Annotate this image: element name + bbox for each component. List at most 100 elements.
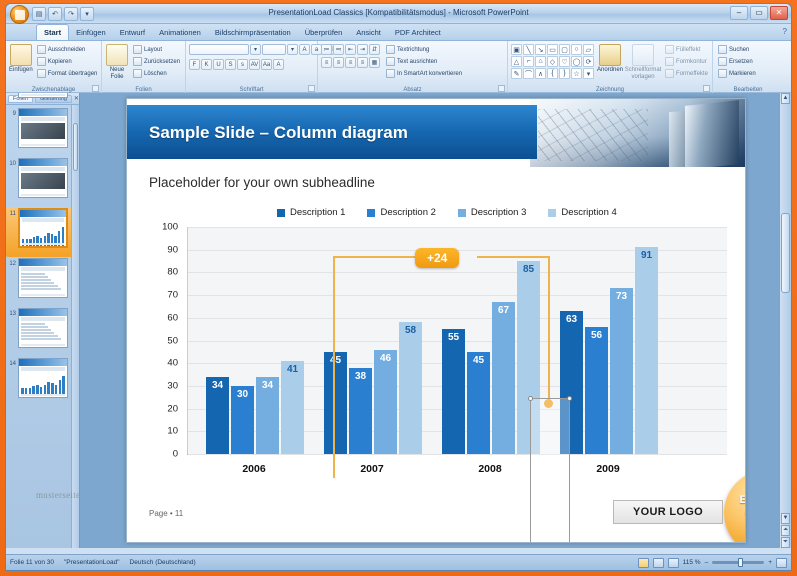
legend-item-2[interactable]: Description 2 bbox=[367, 207, 436, 218]
shape-fill-button[interactable]: Fülleffekt bbox=[663, 44, 710, 55]
chart-bar[interactable]: 41 bbox=[281, 360, 304, 454]
help-icon[interactable]: ? bbox=[783, 27, 787, 36]
shape-arrow-icon[interactable]: ↘ bbox=[535, 44, 546, 55]
slide-sorter-icon[interactable] bbox=[652, 557, 664, 568]
normal-view-icon[interactable] bbox=[637, 557, 649, 568]
thumbnail-scrollbar-thumb[interactable] bbox=[73, 123, 78, 171]
shape-heart-icon[interactable]: ♡ bbox=[559, 56, 570, 67]
text-direction-button[interactable]: Textrichtung bbox=[384, 44, 464, 55]
thumbnail-slide-12[interactable]: 12 bbox=[6, 257, 79, 307]
shape-star-icon[interactable]: ☆ bbox=[571, 68, 582, 79]
shape-pentagon-icon[interactable]: ⌂ bbox=[535, 56, 546, 67]
clipboard-dialog-launcher[interactable] bbox=[92, 85, 99, 92]
legend-item-1[interactable]: Description 1 bbox=[277, 207, 345, 218]
thumbnail-slide-10[interactable]: 10 bbox=[6, 157, 79, 207]
thumbnail-preview[interactable] bbox=[18, 93, 68, 98]
thumbnail-scrollbar[interactable] bbox=[71, 105, 79, 548]
close-button[interactable]: ✕ bbox=[770, 6, 788, 20]
copy-button[interactable]: Kopieren bbox=[35, 56, 100, 67]
minimize-button[interactable]: – bbox=[730, 6, 748, 20]
chart-bar[interactable]: 38 bbox=[349, 367, 372, 454]
tab-bildschirmpraesentation[interactable]: Bildschirmpräsentation bbox=[208, 25, 298, 40]
previous-slide-button[interactable]: ⏶ bbox=[781, 525, 790, 536]
chart-bar[interactable]: 46 bbox=[374, 349, 397, 454]
paragraph-dialog-launcher[interactable] bbox=[498, 85, 505, 92]
columns-icon[interactable]: ▦ bbox=[369, 57, 380, 68]
justify-icon[interactable]: ≡ bbox=[357, 57, 368, 68]
column-chart[interactable]: 0 10 20 30 40 50 60 70 80 90 100 34 30 34 41 45 38 46 58 5… bbox=[149, 222, 727, 477]
shape-parallelogram-icon[interactable]: ▱ bbox=[583, 44, 594, 55]
shape-diamond-icon[interactable]: ◇ bbox=[547, 56, 558, 67]
fit-to-window-icon[interactable] bbox=[776, 557, 787, 568]
font-name-dropdown-icon[interactable]: ▾ bbox=[250, 44, 261, 55]
increase-indent-icon[interactable]: ⇥ bbox=[357, 44, 368, 55]
cut-button[interactable]: Ausschneiden bbox=[35, 44, 100, 55]
shapes-gallery[interactable]: ▣ ╲ ↘ ▭ ▢ ○ ▱ △ ⌐ ⌂ ◇ ♡ ◯ ⟳ ✎ ⌒ ∧ {} ☆ … bbox=[511, 44, 594, 79]
shape-circle-icon[interactable]: ◯ bbox=[571, 56, 582, 67]
shape-elbow-icon[interactable]: ⌐ bbox=[523, 56, 534, 67]
select-button[interactable]: Markieren bbox=[716, 68, 758, 79]
shape-effects-button[interactable]: Formeffekte bbox=[663, 68, 710, 79]
thumbnail-slide-13[interactable]: 13 bbox=[6, 307, 79, 357]
chart-bar[interactable]: 55 bbox=[442, 329, 465, 454]
font-color-icon[interactable]: A bbox=[273, 59, 284, 70]
thumbnail-preview[interactable] bbox=[18, 208, 68, 248]
tab-entwurf[interactable]: Entwurf bbox=[113, 25, 152, 40]
chart-bar[interactable]: 67 bbox=[492, 301, 515, 454]
text-callout-circle[interactable]: Enter your own text here bbox=[724, 470, 745, 542]
thumbnail-preview[interactable] bbox=[18, 158, 68, 198]
layout-button[interactable]: Layout bbox=[131, 44, 182, 55]
zoom-in-button[interactable]: + bbox=[768, 559, 772, 566]
delete-slide-button[interactable]: Löschen bbox=[131, 68, 182, 79]
shape-curve-icon[interactable]: ⌒ bbox=[523, 68, 534, 79]
font-size-dropdown-icon[interactable]: ▾ bbox=[287, 44, 298, 55]
decrease-indent-icon[interactable]: ⇤ bbox=[345, 44, 356, 55]
numbering-icon[interactable]: ≕ bbox=[333, 44, 344, 55]
align-text-button[interactable]: Text ausrichten bbox=[384, 56, 464, 67]
scroll-down-arrow[interactable]: ▼ bbox=[781, 513, 790, 524]
shape-freeform-icon[interactable]: ✎ bbox=[511, 68, 522, 79]
tab-einfuegen[interactable]: Einfügen bbox=[69, 25, 113, 40]
slide-scrollbar-thumb[interactable] bbox=[781, 213, 790, 293]
tab-ueberpruefen[interactable]: Überprüfen bbox=[298, 25, 350, 40]
align-right-icon[interactable]: ≡ bbox=[345, 57, 356, 68]
format-painter-button[interactable]: Format übertragen bbox=[35, 68, 100, 79]
line-spacing-icon[interactable]: ⇵ bbox=[369, 44, 380, 55]
tab-pdf-architect[interactable]: PDF Architect bbox=[388, 25, 448, 40]
align-left-icon[interactable]: ≡ bbox=[321, 57, 332, 68]
shape-right-brace-icon[interactable]: } bbox=[559, 68, 570, 79]
zoom-slider[interactable] bbox=[712, 558, 765, 567]
maximize-button[interactable]: ▭ bbox=[750, 6, 768, 20]
chart-bar[interactable]: 45 bbox=[324, 351, 347, 454]
slide-subtitle[interactable]: Placeholder for your own subheadline bbox=[149, 175, 375, 190]
chart-bar[interactable]: 34 bbox=[256, 376, 279, 454]
bullets-icon[interactable]: ≔ bbox=[321, 44, 332, 55]
quick-styles-button[interactable]: Schnellformat vorlagen bbox=[625, 44, 661, 80]
shapes-more-icon[interactable]: ▾ bbox=[583, 68, 594, 79]
character-spacing-icon[interactable]: AV bbox=[249, 59, 260, 70]
shape-outline-button[interactable]: Formkontur bbox=[663, 56, 710, 67]
slide-scrollbar[interactable]: ▲ ▼ ⏶ ⏷ bbox=[779, 93, 791, 548]
thumbnail-slide-14[interactable]: 14 bbox=[6, 357, 79, 407]
chart-bar[interactable]: 91 bbox=[635, 247, 658, 454]
font-name-combo[interactable] bbox=[189, 44, 249, 55]
thumbnail-slide-11[interactable]: 11 bbox=[6, 207, 79, 257]
replace-button[interactable]: Ersetzen bbox=[716, 56, 758, 67]
shape-left-brace-icon[interactable]: { bbox=[547, 68, 558, 79]
arrange-button[interactable]: Anordnen bbox=[597, 44, 623, 74]
shape-rectangle-icon[interactable]: ▭ bbox=[547, 44, 558, 55]
font-size-combo[interactable] bbox=[262, 44, 286, 55]
thumbnail-preview[interactable] bbox=[18, 258, 68, 298]
zoom-slider-knob[interactable] bbox=[738, 558, 744, 567]
chart-bar[interactable]: 34 bbox=[206, 376, 229, 454]
drawing-dialog-launcher[interactable] bbox=[703, 85, 710, 92]
reset-button[interactable]: Zurücksetzen bbox=[131, 56, 182, 67]
find-button[interactable]: Suchen bbox=[716, 44, 758, 55]
thumbnail-slide-8[interactable]: 8 bbox=[6, 93, 79, 107]
chart-bar[interactable]: 30 bbox=[231, 385, 254, 454]
chart-bar[interactable]: 45 bbox=[467, 351, 490, 454]
chart-bar[interactable]: 58 bbox=[399, 322, 422, 454]
italic-icon[interactable]: K bbox=[201, 59, 212, 70]
logo-placeholder[interactable]: YOUR LOGO bbox=[613, 500, 723, 524]
new-slide-button[interactable]: Neue Folie bbox=[105, 44, 129, 80]
